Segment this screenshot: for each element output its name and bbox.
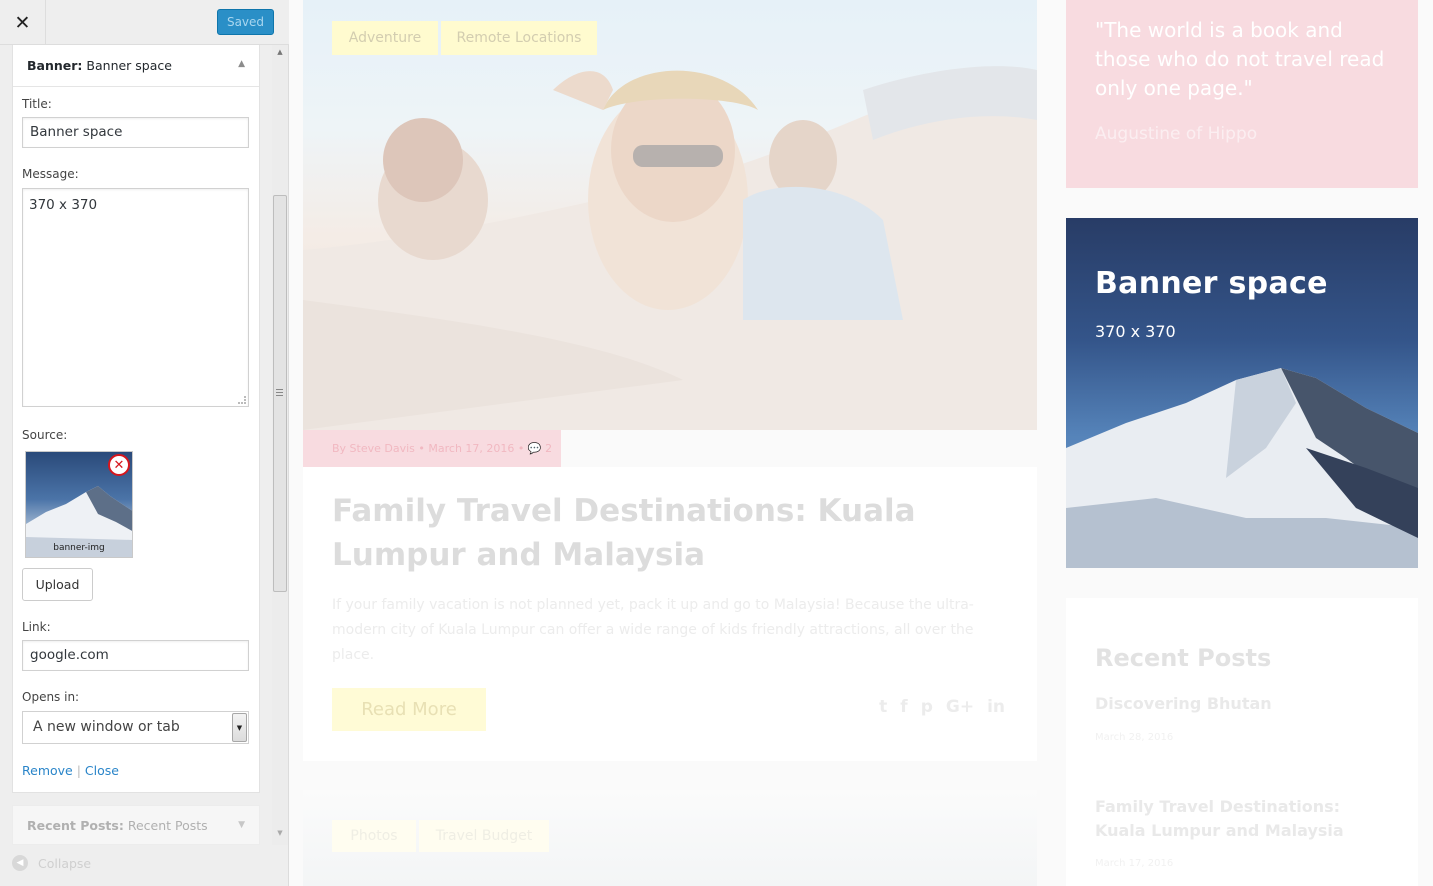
- message-textarea[interactable]: 370 x 370: [22, 188, 249, 407]
- quote-author: Augustine of Hippo: [1095, 124, 1258, 144]
- opens-in-select[interactable]: A new window or tab ▼: [22, 711, 249, 744]
- close-icon: ✕: [14, 11, 31, 34]
- opens-in-label: Opens in:: [22, 690, 80, 704]
- banner-widget-panel: Banner: Banner space ▲: [12, 45, 260, 793]
- site-preview: Adventure Remote Locations By Steve Davi…: [289, 0, 1433, 886]
- banner-widget-preview[interactable]: Banner space 370 x 370: [1066, 218, 1418, 568]
- facebook-icon[interactable]: f: [900, 697, 907, 717]
- recent-post-link[interactable]: Family Travel Destinations: Kuala Lumpur…: [1095, 795, 1395, 843]
- tag-adventure[interactable]: Adventure: [332, 21, 438, 55]
- collapse-label: Collapse: [38, 855, 92, 871]
- remove-image-icon[interactable]: ✕: [108, 454, 130, 476]
- scrollbar-grip-icon: [276, 389, 283, 396]
- image-filename: banner-img: [53, 543, 105, 553]
- widget2-name: Recent Posts: [127, 817, 208, 833]
- recent-post-date: March 17, 2016: [1095, 858, 1174, 869]
- source-label: Source:: [22, 428, 68, 442]
- upload-button[interactable]: Upload: [22, 568, 93, 601]
- remove-link[interactable]: Remove: [22, 763, 73, 778]
- scroll-down-arrow-icon[interactable]: ▼: [272, 826, 288, 840]
- twitter-icon[interactable]: t: [879, 697, 887, 717]
- message-text: 370 x 370: [29, 197, 98, 213]
- read-more-button[interactable]: Read More: [332, 688, 486, 731]
- recent-posts-title: Recent Posts: [1095, 644, 1272, 672]
- post-featured-image[interactable]: Adventure Remote Locations: [303, 0, 1037, 430]
- title-input[interactable]: Banner space: [22, 117, 249, 148]
- close-customizer-button[interactable]: ✕: [0, 0, 46, 45]
- pinterest-icon[interactable]: p: [921, 697, 933, 717]
- recent-posts-widget-header[interactable]: Recent Posts: Recent Posts ▼: [12, 805, 260, 845]
- tag-photos[interactable]: Photos: [332, 820, 416, 852]
- link-input[interactable]: google.com: [22, 640, 249, 671]
- google-plus-icon[interactable]: G+: [946, 697, 974, 717]
- post-card: Family Travel Destinations: Kuala Lumpur…: [303, 467, 1037, 761]
- resize-handle-icon[interactable]: [238, 396, 246, 404]
- post-excerpt: If your family vacation is not planned y…: [332, 597, 974, 663]
- saved-button[interactable]: Saved: [217, 9, 274, 35]
- message-label: Message:: [22, 167, 79, 181]
- widget-actions: Remove | Close: [22, 763, 119, 778]
- banner-widget-header[interactable]: Banner: Banner space ▲: [13, 45, 259, 87]
- tag-travel-budget[interactable]: Travel Budget: [419, 820, 549, 852]
- widget-type-label: Banner:: [27, 58, 83, 73]
- post-title[interactable]: Family Travel Destinations: Kuala Lumpur…: [332, 489, 1012, 577]
- share-icons: t f p G+ in: [879, 697, 1005, 717]
- convertible-photo-image: [303, 66, 1037, 430]
- banner-message: 370 x 370: [1095, 322, 1176, 341]
- collapse-sidebar-button[interactable]: ◀ Collapse: [12, 855, 91, 871]
- second-post-card: Photos Travel Budget: [303, 790, 1037, 886]
- collapse-arrow-icon[interactable]: ▲: [238, 59, 245, 69]
- collapse-arrow-left-icon: ◀: [12, 855, 28, 871]
- customizer-sidebar: ✕ Saved ▲ ▼ Banner: Banner space ▲ Title…: [0, 0, 289, 886]
- quote-text: "The world is a book and those who do no…: [1095, 18, 1385, 100]
- action-separator: |: [76, 763, 81, 778]
- tag-remote-locations[interactable]: Remote Locations: [441, 21, 597, 55]
- widget-name: Banner space: [86, 58, 172, 73]
- recent-posts-widget: Recent Posts Discovering Bhutan March 28…: [1066, 598, 1418, 886]
- widget2-type-label: Recent Posts:: [27, 817, 124, 833]
- link-label: Link:: [22, 620, 51, 634]
- customizer-header: ✕ Saved: [0, 0, 289, 45]
- close-link[interactable]: Close: [85, 763, 119, 778]
- quote-widget: "The world is a book and those who do no…: [1066, 0, 1418, 188]
- opens-in-value: A new window or tab: [33, 719, 180, 735]
- source-image-thumbnail[interactable]: banner-img ✕: [25, 451, 133, 558]
- title-label: Title:: [22, 97, 52, 111]
- recent-post-date: March 28, 2016: [1095, 732, 1174, 743]
- linkedin-icon[interactable]: in: [987, 697, 1005, 717]
- expand-arrow-icon[interactable]: ▼: [238, 820, 245, 830]
- select-dropdown-icon[interactable]: ▼: [232, 713, 247, 742]
- scroll-up-arrow-icon[interactable]: ▲: [272, 45, 288, 59]
- post-meta: By Steve Davis • March 17, 2016 • 💬 2: [303, 430, 561, 467]
- recent-post-link[interactable]: Discovering Bhutan: [1095, 692, 1395, 716]
- banner-title: Banner space: [1095, 266, 1328, 301]
